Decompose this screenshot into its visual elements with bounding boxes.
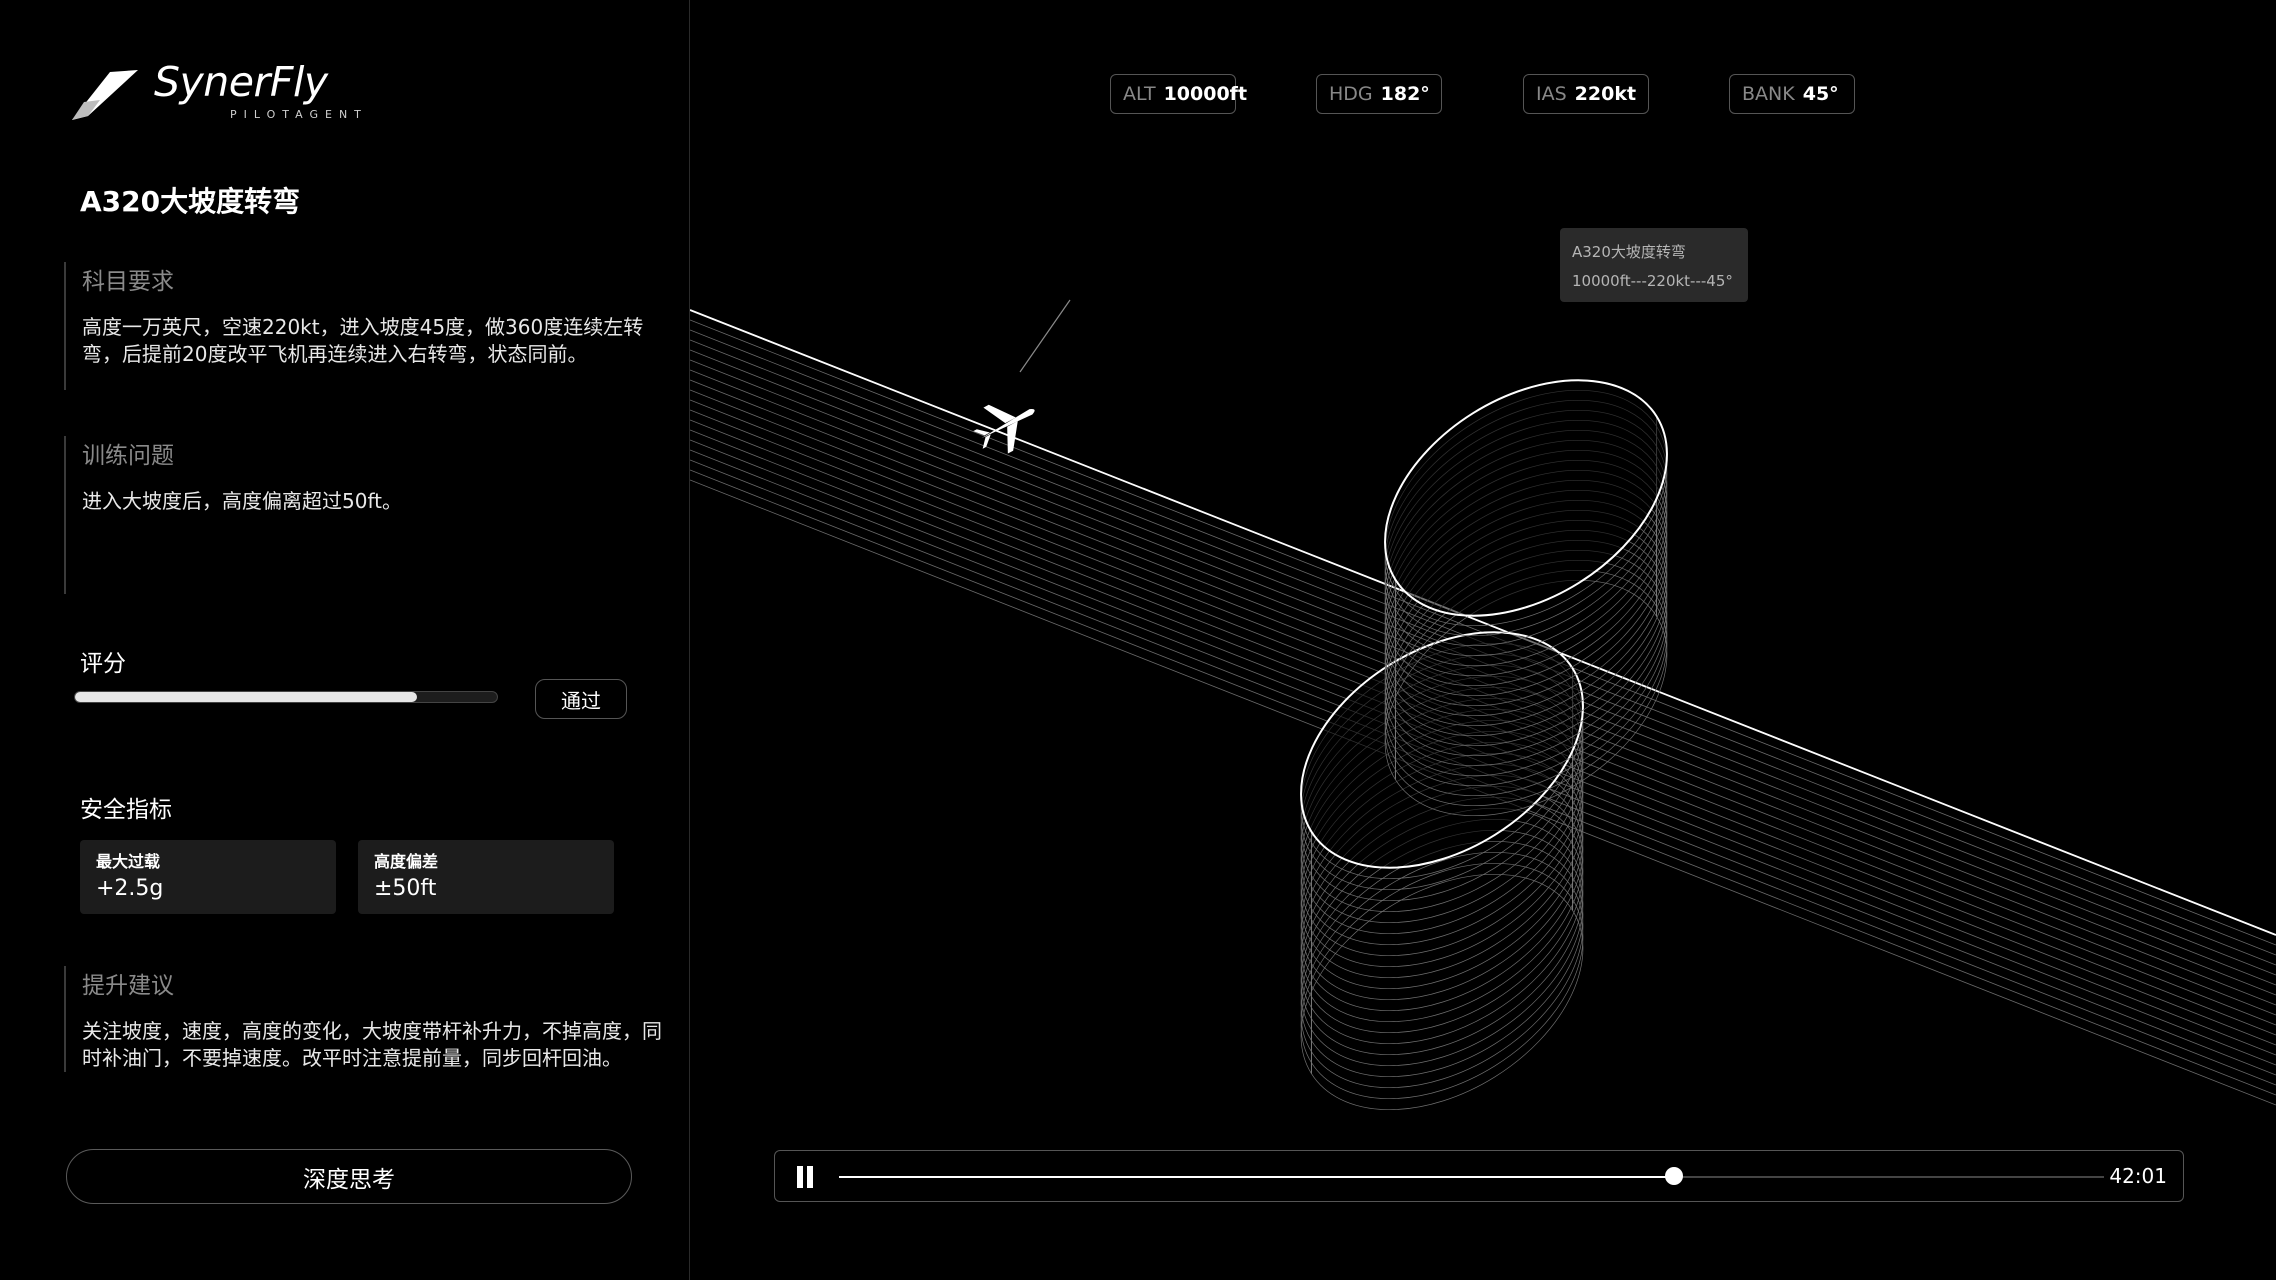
metric-label: 高度偏差 [374,852,439,871]
turn-path-top-ring [1384,379,1668,617]
metric-label: 最大过载 [96,852,161,871]
pass-badge-button[interactable]: 通过 [535,679,627,719]
task-title: A320大坡度转弯 [80,185,301,218]
synerfly-wing-logo-icon [72,70,138,120]
readout-value: 220kt [1574,83,1637,105]
requirement-label: 科目要求 [82,269,174,295]
airplane-icon [973,404,1035,454]
flight-path-scene[interactable] [690,0,2276,1280]
app-window: SynerFly PILOTAGENT A320大坡度转弯 科目要求 高度一万英… [0,0,2276,1280]
metric-card-max-load: 最大过载 +2.5g [80,840,336,914]
readout-key: IAS [1536,83,1567,105]
score-bar [74,691,498,703]
readout-key: BANK [1742,83,1795,105]
callout-leader-line [1019,299,1071,373]
training-issue-text: 进入大坡度后，高度偏离超过50ft。 [82,489,402,513]
playback-bar: 42:01 [774,1150,2184,1202]
callout-detail: 10000ft---220kt---45° [1572,272,1733,290]
heading-readout: HDG 182° [1316,74,1442,114]
sidebar: SynerFly PILOTAGENT A320大坡度转弯 科目要求 高度一万英… [0,0,690,1280]
score-label: 评分 [80,651,126,677]
training-issue-section: 训练问题 进入大坡度后，高度偏离超过50ft。 [64,436,662,594]
advice-label: 提升建议 [82,973,174,999]
brand-name: SynerFly [154,58,328,106]
bank-readout: BANK 45° [1729,74,1855,114]
pause-icon[interactable] [795,1166,815,1188]
readout-value: 10000ft [1163,83,1248,105]
airspeed-readout: IAS 220kt [1523,74,1649,114]
readout-value: 182° [1380,83,1430,105]
aircraft-callout: A320大坡度转弯 10000ft---220kt---45° [1560,228,1748,302]
timeline-scrubber-handle[interactable] [1664,1167,1683,1185]
readout-key: HDG [1329,83,1373,105]
playback-timeline[interactable] [839,1167,2104,1185]
advice-text: 关注坡度，速度，高度的变化，大坡度带杆补升力，不掉高度，同时补油门，不要掉速度。… [82,1019,662,1070]
requirement-section: 科目要求 高度一万英尺，空速220kt，进入坡度45度，做360度连续左转弯，后… [64,262,662,390]
requirement-text: 高度一万英尺，空速220kt，进入坡度45度，做360度连续左转弯，后提前20度… [82,315,644,366]
metric-value: ±50ft [374,876,437,901]
metric-value: +2.5g [96,876,164,901]
safety-indicators-label: 安全指标 [80,797,172,823]
score-bar-fill [75,692,417,702]
brand-tagline: PILOTAGENT [230,108,368,121]
readout-key: ALT [1123,83,1156,105]
playback-time: 42:01 [2109,1164,2167,1188]
readout-value: 45° [1802,83,1839,105]
timeline-progress [839,1176,1674,1178]
metric-card-altitude-deviation: 高度偏差 ±50ft [358,840,614,914]
lower-turn-cylinder [1300,631,1584,1111]
advice-section: 提升建议 关注坡度，速度，高度的变化，大坡度带杆补升力，不掉高度，同时补油门，不… [64,966,662,1072]
flight-visualization: ALT 10000ft HDG 182° IAS 220kt BANK 45° … [690,0,2276,1280]
training-issue-label: 训练问题 [82,443,174,469]
deep-think-button[interactable]: 深度思考 [66,1149,632,1204]
brand-logo: SynerFly PILOTAGENT [70,58,361,128]
altitude-readout: ALT 10000ft [1110,74,1247,114]
callout-title: A320大坡度转弯 [1572,243,1686,261]
